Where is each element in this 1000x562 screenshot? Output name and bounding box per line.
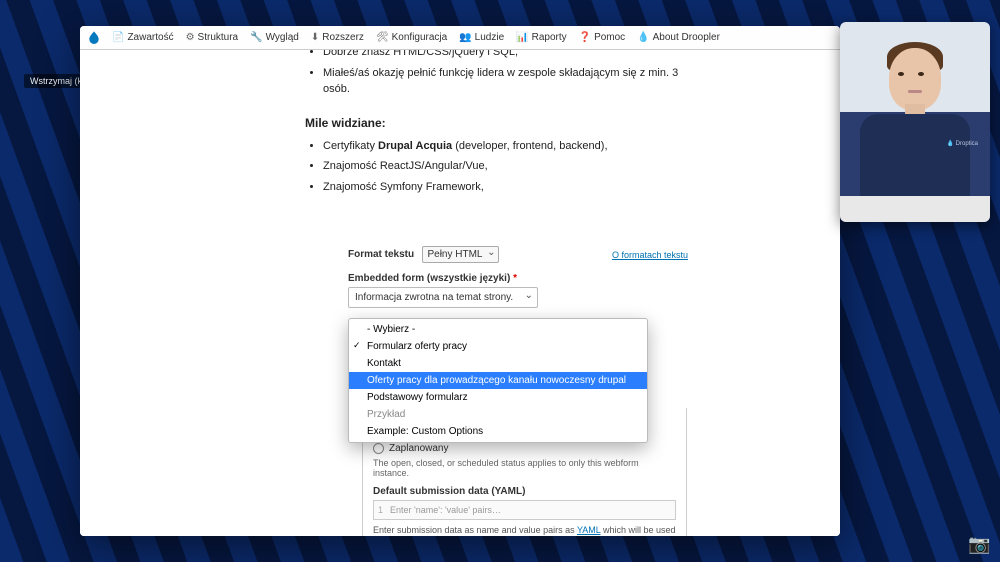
list-item: Dobrze znasz HTML/CSS/jQuery i SQL, bbox=[323, 50, 685, 61]
sitemap-icon: ⚙ bbox=[186, 32, 195, 43]
toolbar-item-structure[interactable]: ⚙Struktura bbox=[180, 26, 245, 49]
list-item: Znajomość ReactJS/Angular/Vue, bbox=[323, 158, 685, 175]
toolbar-label: Struktura bbox=[198, 32, 239, 43]
yaml-placeholder: Enter 'name': 'value' pairs… bbox=[390, 505, 501, 515]
toolbar-item-people[interactable]: 👥 Ludzie bbox=[453, 26, 510, 49]
dropdown-option-highlighted[interactable]: Oferty pracy dla prowadzącego kanału now… bbox=[349, 372, 647, 389]
person-mouth bbox=[908, 90, 922, 93]
sliders-icon: 🛠 bbox=[376, 32, 389, 43]
list-item: Znajomość Symfony Framework, bbox=[323, 179, 685, 196]
droplet-icon: 💧 bbox=[637, 32, 649, 43]
person-eye bbox=[898, 72, 904, 76]
toolbar-item-reports[interactable]: 📊 Raporty bbox=[510, 26, 572, 49]
person-eye bbox=[918, 72, 924, 76]
text-format-select[interactable]: Pełny HTML bbox=[422, 246, 499, 263]
yaml-label: Default submission data (YAML) bbox=[373, 486, 676, 497]
embedded-form-dropdown: - Wybierz - Formularz oferty pracy Konta… bbox=[348, 318, 648, 443]
person-head bbox=[889, 48, 941, 110]
yaml-link[interactable]: YAML bbox=[577, 525, 601, 535]
toolbar-item-appearance[interactable]: 🔧 Wygląd bbox=[244, 26, 305, 49]
toolbar-item-help[interactable]: ❓Pomoc bbox=[573, 26, 632, 49]
shirt-logo: 💧 Droptica bbox=[947, 140, 978, 147]
editor-content[interactable]: Dobrze znasz HTML/CSS/jQuery i SQL, Miał… bbox=[305, 50, 685, 199]
radio-icon bbox=[373, 443, 384, 454]
status-hint: The open, closed, or scheduled status ap… bbox=[373, 458, 676, 478]
radio-label: Zaplanowany bbox=[389, 443, 448, 454]
toolbar-label: Pomoc bbox=[594, 32, 625, 43]
line-number: 1 bbox=[378, 505, 390, 515]
drupal-logo-icon[interactable] bbox=[84, 28, 104, 48]
dropdown-option[interactable]: Kontakt bbox=[349, 355, 647, 372]
toolbar-item-config[interactable]: 🛠Konfiguracja bbox=[370, 26, 453, 49]
about-formats-link[interactable]: O formatach tekstu bbox=[612, 250, 688, 260]
dropdown-option[interactable]: Example: Custom Options bbox=[349, 423, 647, 440]
list-item: Miałeś/aś okazję pełnić funkcję lidera w… bbox=[323, 65, 685, 98]
browser-window: 📄Zawartość ⚙Struktura 🔧Wygląd ⬇Rozszerz … bbox=[80, 26, 840, 536]
section-heading: Mile widziane: bbox=[305, 116, 685, 130]
status-option-scheduled[interactable]: Zaplanowany bbox=[373, 443, 676, 454]
list-item: Certyfikaty Drupal Acquia (developer, fr… bbox=[323, 138, 685, 155]
camera-icon: 📷 bbox=[968, 534, 988, 552]
toolbar-label: About Droopler bbox=[653, 32, 720, 43]
puzzle-icon: ⬇ bbox=[311, 32, 319, 43]
dropdown-option[interactable]: Przykład bbox=[349, 406, 647, 423]
embedded-form-select[interactable]: Informacja zwrotna na temat strony. bbox=[348, 287, 538, 308]
form-controls: Format tekstu Pełny HTML O formatach tek… bbox=[348, 246, 688, 308]
admin-toolbar: 📄Zawartość ⚙Struktura 🔧Wygląd ⬇Rozszerz … bbox=[80, 26, 840, 50]
toolbar-label: Zawartość bbox=[127, 32, 173, 43]
users-icon: 👥 bbox=[459, 32, 471, 43]
content-area: Dobrze znasz HTML/CSS/jQuery i SQL, Miał… bbox=[80, 50, 840, 536]
yaml-hint: Enter submission data as name and value … bbox=[373, 524, 676, 536]
toolbar-label: Ludzie bbox=[475, 32, 504, 43]
dropdown-option[interactable]: Formularz oferty pracy bbox=[349, 338, 647, 355]
dropdown-option-placeholder[interactable]: - Wybierz - bbox=[349, 321, 647, 338]
dropdown-option[interactable]: Podstawowy formularz bbox=[349, 389, 647, 406]
yaml-input[interactable]: 1 Enter 'name': 'value' pairs… bbox=[373, 500, 676, 520]
toolbar-item-content[interactable]: 📄Zawartość bbox=[106, 26, 180, 49]
desk bbox=[840, 196, 990, 222]
embedded-form-label: Embedded form (wszystkie języki) * bbox=[348, 273, 688, 284]
text-format-label: Format tekstu bbox=[348, 249, 414, 260]
toolbar-item-about[interactable]: 💧 About Droopler bbox=[631, 26, 726, 49]
toolbar-item-extend[interactable]: ⬇Rozszerz bbox=[305, 26, 370, 49]
toolbar-label: Raporty bbox=[532, 32, 567, 43]
help-icon: ❓ bbox=[579, 32, 591, 43]
toolbar-label: Rozszerz bbox=[322, 32, 364, 43]
wrench-icon: 🔧 bbox=[250, 32, 262, 43]
chart-icon: 📊 bbox=[516, 32, 528, 43]
toolbar-label: Wygląd bbox=[266, 32, 299, 43]
file-icon: 📄 bbox=[112, 32, 124, 43]
webcam-overlay: 💧 Droptica bbox=[840, 22, 990, 222]
toolbar-label: Konfiguracja bbox=[392, 32, 448, 43]
